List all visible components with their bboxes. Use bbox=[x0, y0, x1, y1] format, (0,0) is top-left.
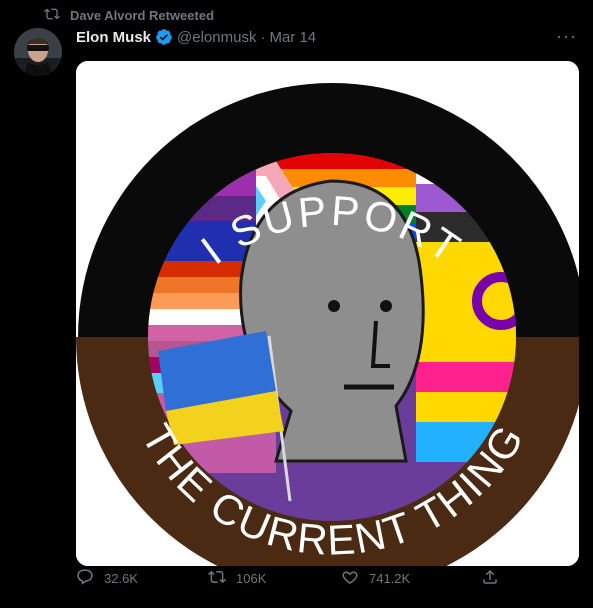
retweet-label: Dave Alvord Retweeted bbox=[70, 8, 215, 23]
more-options-icon[interactable]: ··· bbox=[556, 26, 577, 47]
author-name[interactable]: Elon Musk bbox=[76, 29, 151, 46]
author-handle[interactable]: @elonmusk bbox=[177, 29, 256, 46]
reply-icon bbox=[76, 568, 94, 589]
retweet-button[interactable]: 106K bbox=[208, 568, 266, 589]
like-button[interactable]: 741.2K bbox=[341, 568, 410, 589]
reply-count: 32.6K bbox=[104, 570, 138, 586]
share-button[interactable] bbox=[481, 568, 499, 589]
retweet-context[interactable]: Dave Alvord Retweeted bbox=[44, 6, 214, 25]
heart-icon bbox=[341, 568, 359, 589]
reply-button[interactable]: 32.6K bbox=[76, 568, 138, 589]
share-icon bbox=[481, 568, 499, 589]
separator-dot: · bbox=[260, 28, 266, 46]
retweet-count: 106K bbox=[236, 570, 267, 586]
tweet-image[interactable]: I SUPPORT THE CURRENT THING bbox=[76, 61, 579, 566]
avatar[interactable] bbox=[14, 28, 62, 76]
like-count: 741.2K bbox=[369, 570, 411, 586]
tweet-date[interactable]: Mar 14 bbox=[269, 29, 316, 46]
retweet-icon bbox=[44, 6, 60, 25]
verified-badge-icon bbox=[155, 28, 173, 46]
retweet-action-icon bbox=[208, 568, 226, 589]
tweet-header: Elon Musk @elonmusk · Mar 14 bbox=[76, 28, 316, 46]
